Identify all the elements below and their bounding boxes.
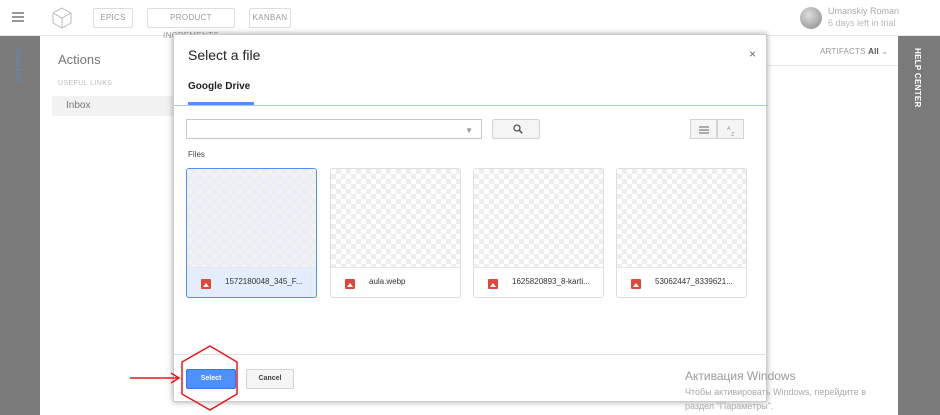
- user-name: Umanskiy Roman: [828, 6, 900, 16]
- inbox-link[interactable]: Inbox: [52, 96, 174, 116]
- file-tile[interactable]: aula.webp: [330, 168, 461, 298]
- tab-google-drive[interactable]: Google Drive: [188, 81, 250, 92]
- menu-icon[interactable]: [12, 12, 24, 22]
- close-icon[interactable]: ×: [749, 47, 756, 61]
- help-center-tab[interactable]: HELP CENTER: [913, 48, 922, 108]
- search-icon: [513, 124, 523, 134]
- tab-epics[interactable]: EPICS: [93, 8, 133, 28]
- file-name: aula.webp: [369, 277, 406, 286]
- artifacts-value: All: [868, 47, 879, 56]
- windows-activation-text-2: раздел "Параметры".: [685, 401, 774, 411]
- image-file-icon: [345, 279, 355, 289]
- file-tile[interactable]: 1572180048_345_F...: [186, 168, 317, 298]
- logo-cube-icon: [52, 7, 72, 29]
- tab-kanban[interactable]: KANBAN: [249, 8, 291, 28]
- dialog-footer-divider: [174, 354, 768, 355]
- image-file-icon: [201, 279, 211, 289]
- sort-icon: A Z: [727, 126, 735, 136]
- user-menu[interactable]: Umanskiy Roman 6 days left in trial: [800, 4, 928, 32]
- top-bar: EPICS PRODUCT INCREMENTS KANBAN Umanskiy…: [0, 0, 940, 40]
- windows-activation-title: Активация Windows: [685, 369, 796, 383]
- file-name-row: aula.webp: [331, 267, 460, 297]
- dropdown-caret-icon[interactable]: ▼: [465, 126, 473, 135]
- tabs-divider: [174, 105, 768, 106]
- file-tile[interactable]: 53062447_8339621...: [616, 168, 747, 298]
- file-thumbnail: [187, 169, 316, 267]
- select-file-dialog: Select a file × Google Drive ▼ A Z Files: [173, 34, 768, 402]
- file-name: 1572180048_345_F...: [225, 277, 303, 286]
- cancel-button[interactable]: Cancel: [246, 369, 294, 389]
- sort-button[interactable]: A Z: [717, 119, 744, 139]
- list-view-icon: [699, 126, 709, 134]
- file-thumbnail: [331, 169, 460, 267]
- divider: [766, 65, 898, 66]
- avatar[interactable]: [800, 7, 822, 29]
- file-thumbnail: [474, 169, 603, 267]
- file-thumbnail: [617, 169, 746, 267]
- left-sidebar: ACTIONS: [0, 36, 40, 415]
- artifacts-filter[interactable]: ARTIFACTS All ⌄: [820, 47, 888, 56]
- image-file-icon: [488, 279, 498, 289]
- file-name: 1625820893_8-karti...: [512, 277, 590, 286]
- files-heading: Files: [188, 150, 205, 159]
- file-name: 53062447_8339621...: [655, 277, 733, 286]
- image-file-icon: [631, 279, 641, 289]
- tab-product-increments[interactable]: PRODUCT INCREMENTS: [147, 8, 235, 40]
- artifacts-label: ARTIFACTS: [820, 47, 866, 56]
- chevron-down-icon: ⌄: [881, 47, 889, 56]
- file-name-row: 1625820893_8-karti...: [474, 267, 603, 297]
- trial-status: 6 days left in trial: [828, 18, 896, 28]
- dialog-title: Select a file: [188, 47, 261, 63]
- list-view-button[interactable]: [690, 119, 717, 139]
- select-button[interactable]: Select: [186, 369, 236, 389]
- search-input[interactable]: ▼: [186, 119, 482, 139]
- svg-text:Z: Z: [731, 132, 735, 136]
- file-name-row: 1572180048_345_F...: [187, 267, 316, 297]
- right-sidebar: HELP CENTER: [898, 36, 940, 415]
- file-name-row: 53062447_8339621...: [617, 267, 746, 297]
- actions-vertical-tab[interactable]: ACTIONS: [16, 48, 23, 82]
- file-tile[interactable]: 1625820893_8-karti...: [473, 168, 604, 298]
- useful-links-heading: USEFUL LINKS: [58, 80, 113, 87]
- search-button[interactable]: [492, 119, 540, 139]
- actions-title: Actions: [58, 52, 101, 67]
- view-toggle: A Z: [690, 119, 744, 139]
- windows-activation-text: Чтобы активировать Windows, перейдите в: [685, 387, 866, 397]
